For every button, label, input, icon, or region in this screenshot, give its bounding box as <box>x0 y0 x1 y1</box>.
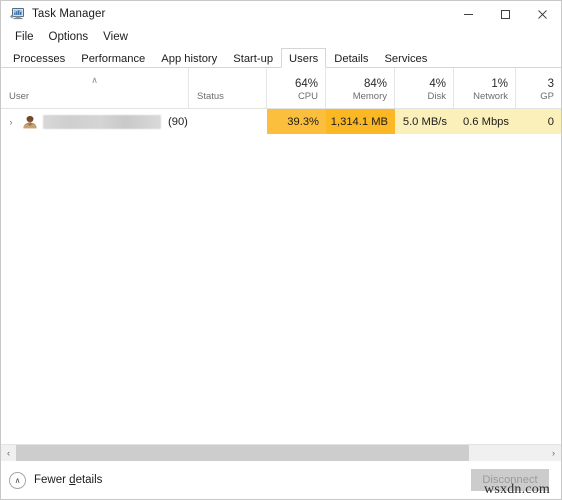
tab-start-up[interactable]: Start-up <box>225 48 281 68</box>
column-header-network-percent: 1% <box>491 78 508 90</box>
column-header-network[interactable]: 1% Network <box>454 68 516 108</box>
window-controls <box>450 1 561 28</box>
table-header: ∧ User Status 64% CPU 84% Memory 4% Disk… <box>1 68 561 109</box>
horizontal-scrollbar[interactable]: ‹ › <box>1 444 561 462</box>
user-icon <box>21 114 39 130</box>
scrollbar-thumb[interactable] <box>16 444 469 462</box>
tab-app-history[interactable]: App history <box>153 48 225 68</box>
column-header-gpu[interactable]: 3 GP <box>516 68 561 108</box>
tab-users[interactable]: Users <box>281 48 327 68</box>
table-row[interactable]: › (90) 39.3% 1,314.1 MB 5.0 MB/s 0.6 Mbp… <box>1 109 561 134</box>
window-title: Task Manager <box>32 8 106 20</box>
tab-processes[interactable]: Processes <box>5 48 73 68</box>
column-header-status[interactable]: Status <box>189 68 267 108</box>
fewer-details-pre: Fewer <box>34 474 70 486</box>
footer-bar: ∧ Fewer details Disconnect wsxdn.com <box>1 461 561 499</box>
menu-bar: File Options View <box>1 28 561 47</box>
column-header-memory-label: Memory <box>352 91 387 102</box>
column-header-disk-percent: 4% <box>429 78 446 90</box>
menu-item-options[interactable]: Options <box>42 30 96 45</box>
row-status-cell <box>189 109 267 134</box>
row-user-cell[interactable]: › (90) <box>1 109 189 134</box>
column-header-memory[interactable]: 84% Memory <box>326 68 395 108</box>
close-button[interactable] <box>524 1 561 28</box>
column-header-network-label: Network <box>473 91 508 102</box>
row-cpu-cell: 39.3% <box>267 109 326 134</box>
menu-item-view[interactable]: View <box>96 30 135 45</box>
tab-services[interactable]: Services <box>376 48 435 68</box>
chevron-right-icon[interactable]: › <box>1 117 21 127</box>
tab-strip: Processes Performance App history Start-… <box>1 47 561 68</box>
column-header-user[interactable]: ∧ User <box>1 68 189 108</box>
watermark: wsxdn.com <box>484 482 550 497</box>
column-header-disk[interactable]: 4% Disk <box>395 68 454 108</box>
tab-details[interactable]: Details <box>326 48 376 68</box>
chevron-up-icon: ∧ <box>9 471 26 489</box>
menu-item-file[interactable]: File <box>8 30 41 45</box>
column-header-cpu-label: CPU <box>297 91 318 102</box>
column-header-gpu-percent: 3 <box>547 78 554 90</box>
task-manager-window: Task Manager File Options View Processes… <box>0 0 562 500</box>
scroll-left-button[interactable]: ‹ <box>1 445 16 462</box>
column-header-disk-label: Disk <box>427 91 446 102</box>
user-name-redacted <box>43 114 161 129</box>
column-header-user-label: User <box>9 91 30 102</box>
sort-ascending-icon: ∧ <box>91 75 98 85</box>
scroll-right-button[interactable]: › <box>546 445 561 462</box>
fewer-details-button[interactable]: ∧ Fewer details <box>9 471 102 489</box>
title-bar: Task Manager <box>1 1 561 28</box>
column-header-memory-percent: 84% <box>363 78 387 90</box>
fewer-details-post: etails <box>75 474 103 486</box>
column-header-cpu-percent: 64% <box>294 78 318 90</box>
column-header-cpu[interactable]: 64% CPU <box>267 68 326 108</box>
row-process-count: (90) <box>168 115 188 128</box>
scrollbar-track[interactable] <box>16 444 546 462</box>
fewer-details-label: Fewer details <box>34 474 102 486</box>
row-gpu-cell: 0 <box>516 109 561 134</box>
column-header-status-label: Status <box>197 91 224 102</box>
tab-performance[interactable]: Performance <box>73 48 153 68</box>
row-memory-cell: 1,314.1 MB <box>326 109 395 134</box>
user-list[interactable]: › (90) 39.3% 1,314.1 MB 5.0 MB/s 0.6 Mbp… <box>1 109 561 444</box>
minimize-button[interactable] <box>450 1 487 28</box>
task-manager-icon <box>9 6 25 22</box>
row-disk-cell: 5.0 MB/s <box>395 109 454 134</box>
row-network-cell: 0.6 Mbps <box>454 109 516 134</box>
maximize-button[interactable] <box>487 1 524 28</box>
column-header-gpu-label: GP <box>540 91 554 102</box>
